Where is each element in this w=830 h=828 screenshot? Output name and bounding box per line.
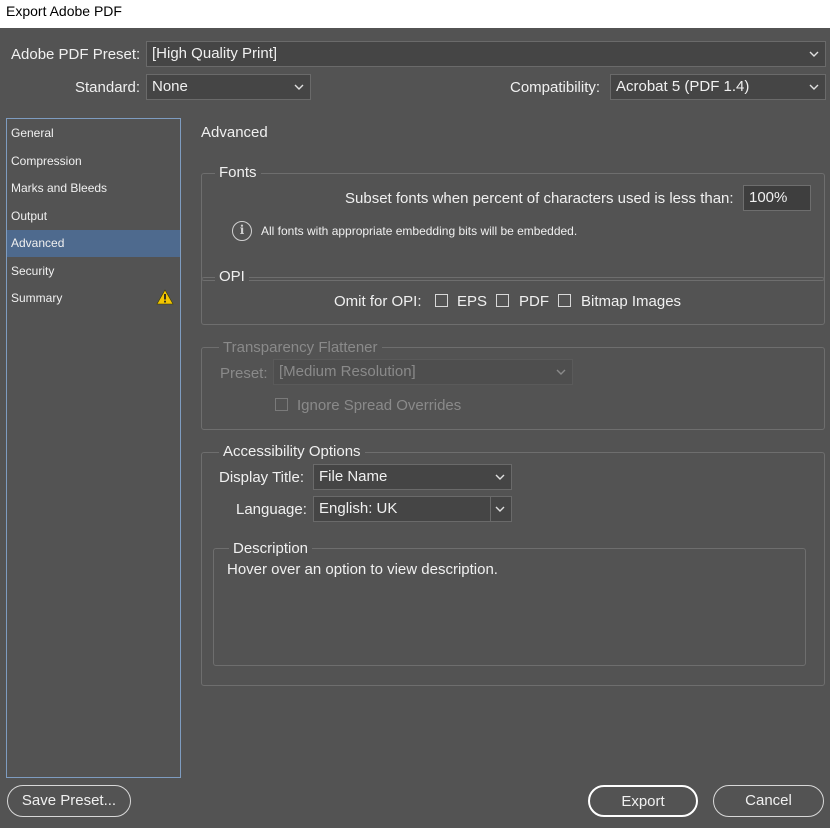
- chevron-down-icon: [809, 84, 819, 90]
- chevron-down-icon: [495, 474, 505, 480]
- subset-percent-value: 100%: [749, 189, 788, 206]
- display-title-dropdown[interactable]: File Name: [313, 464, 512, 490]
- cancel-label: Cancel: [745, 792, 792, 809]
- sidebar-item-label: General: [11, 126, 54, 140]
- fonts-info-text: All fonts with appropriate embedding bit…: [261, 224, 578, 238]
- flattener-preset-label: Preset:: [220, 365, 268, 382]
- chevron-down-icon: [809, 51, 819, 57]
- standard-dropdown[interactable]: None: [146, 74, 311, 100]
- description-title: Description: [229, 540, 313, 557]
- cancel-button[interactable]: Cancel: [713, 785, 824, 817]
- sidebar-item-general[interactable]: General: [7, 120, 180, 147]
- sidebar-item-compression[interactable]: Compression: [7, 148, 180, 175]
- category-list: General Compression Marks and Bleeds Out…: [6, 118, 181, 778]
- omit-opi-label: Omit for OPI:: [334, 293, 422, 310]
- export-button[interactable]: Export: [588, 785, 698, 817]
- subset-percent-field[interactable]: 100%: [743, 185, 811, 211]
- sidebar-item-output[interactable]: Output: [7, 203, 180, 230]
- description-text: Hover over an option to view description…: [227, 561, 498, 578]
- preset-label: Adobe PDF Preset:: [11, 46, 141, 63]
- language-combobox[interactable]: English: UK: [313, 496, 512, 522]
- sidebar-item-label: Summary: [11, 291, 63, 305]
- accessibility-group-title: Accessibility Options: [219, 443, 365, 460]
- preset-value: [High Quality Print]: [152, 45, 278, 62]
- chevron-down-icon: [556, 369, 566, 375]
- sidebar-item-label: Advanced: [11, 236, 65, 250]
- fonts-group-title: Fonts: [215, 164, 261, 181]
- pdf-label: PDF: [519, 293, 549, 310]
- display-title-label: Display Title:: [219, 469, 305, 486]
- flattener-preset-dropdown[interactable]: [Medium Resolution]: [273, 359, 573, 385]
- warning-icon: [156, 289, 174, 305]
- sidebar-item-label: Marks and Bleeds: [11, 181, 108, 195]
- pdf-checkbox[interactable]: [496, 294, 509, 307]
- sidebar-item-label: Compression: [11, 154, 82, 168]
- compatibility-dropdown[interactable]: Acrobat 5 (PDF 1.4): [610, 74, 826, 100]
- panel-title: Advanced: [201, 124, 268, 141]
- sidebar-item-summary[interactable]: Summary: [7, 285, 180, 312]
- ignore-spread-overrides-label: Ignore Spread Overrides: [297, 397, 462, 414]
- transparency-group-title: Transparency Flattener: [219, 339, 382, 356]
- language-value: English: UK: [319, 500, 398, 517]
- export-label: Export: [621, 793, 665, 810]
- save-preset-button[interactable]: Save Preset...: [7, 785, 131, 817]
- language-label: Language:: [236, 501, 307, 518]
- combobox-divider: [490, 497, 491, 521]
- sidebar-item-label: Output: [11, 209, 48, 223]
- title-bar: Export Adobe PDF: [0, 0, 830, 28]
- export-dialog: Adobe PDF Preset: [High Quality Print] S…: [0, 28, 830, 828]
- info-icon: i: [232, 221, 252, 241]
- display-title-value: File Name: [319, 468, 388, 485]
- sidebar-item-label: Security: [11, 264, 55, 278]
- chevron-down-icon: [294, 84, 304, 90]
- chevron-down-icon: [495, 506, 505, 512]
- preset-dropdown[interactable]: [High Quality Print]: [146, 41, 826, 67]
- bitmap-images-label: Bitmap Images: [581, 293, 682, 310]
- save-preset-label: Save Preset...: [21, 792, 117, 809]
- standard-label: Standard:: [75, 79, 141, 96]
- eps-label: EPS: [457, 293, 488, 310]
- opi-group-title: OPI: [215, 268, 249, 285]
- opi-group: [201, 277, 825, 325]
- sidebar-item-advanced[interactable]: Advanced: [7, 230, 180, 257]
- ignore-spread-overrides-checkbox[interactable]: [275, 398, 288, 411]
- eps-checkbox[interactable]: [435, 294, 448, 307]
- flattener-preset-value: [Medium Resolution]: [279, 363, 416, 380]
- compatibility-value: Acrobat 5 (PDF 1.4): [616, 78, 750, 95]
- window-title: Export Adobe PDF: [6, 3, 122, 19]
- standard-value: None: [152, 78, 188, 95]
- compatibility-label: Compatibility:: [510, 79, 601, 96]
- sidebar-item-security[interactable]: Security: [7, 258, 180, 285]
- sidebar-item-marks-and-bleeds[interactable]: Marks and Bleeds: [7, 175, 180, 202]
- bitmap-images-checkbox[interactable]: [558, 294, 571, 307]
- subset-fonts-label: Subset fonts when percent of characters …: [345, 190, 734, 207]
